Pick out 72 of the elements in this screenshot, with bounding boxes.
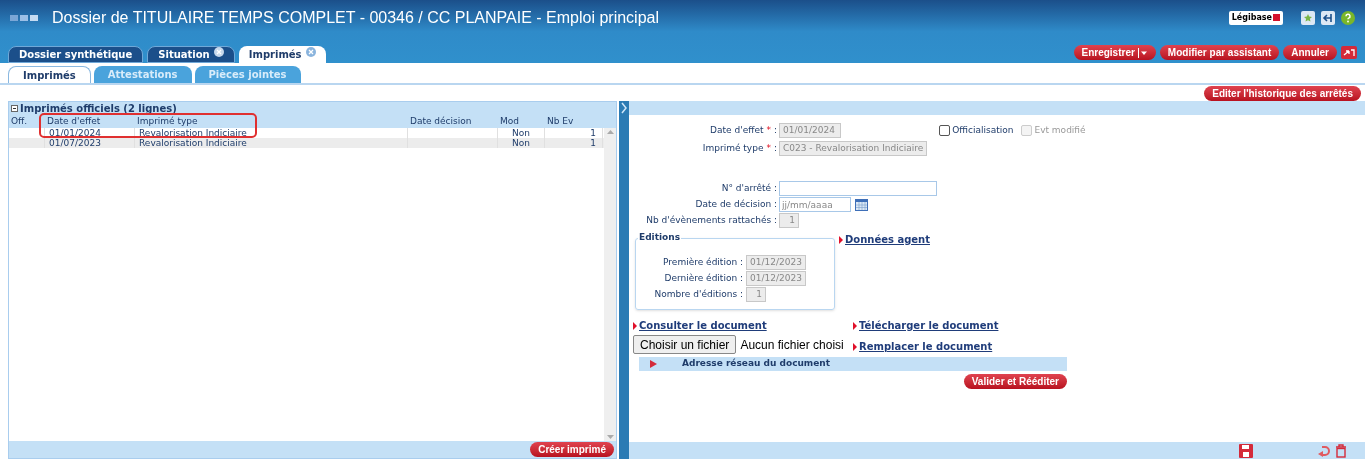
column-header[interactable]: Date décision [408,115,474,126]
star-icon[interactable] [1301,11,1315,25]
required-mark: * [766,141,771,155]
table-cell: 1 [590,138,596,148]
tab[interactable]: Imprimés [238,46,326,63]
help-icon[interactable] [1341,11,1355,25]
undo-icon[interactable] [1317,443,1331,458]
network-address-bar[interactable]: Adresse réseau du document [639,357,1067,371]
field-label: Dernière édition : [664,271,743,285]
field-label: N° d'arrêté : [721,182,777,195]
toolbar-button[interactable]: Annuler [1283,45,1337,60]
table-cell: Revalorisation Indiciaire [139,138,247,148]
trash-icon[interactable] [1335,443,1347,458]
scroll-down-icon[interactable] [606,435,614,439]
replace-document-link[interactable]: Remplacer le document [859,339,993,354]
table-cell: 01/01/2024 [49,128,101,138]
checkbox[interactable] [939,125,951,136]
history-button[interactable]: Editer l'historique des arrêtés [1204,85,1361,101]
tab[interactable]: Situation [147,46,235,63]
column-header[interactable]: Imprimé type [135,115,200,126]
field-separator: : [773,141,777,155]
table-cell: Non [512,128,530,138]
field-label: Nombre d'éditions : [654,287,743,301]
subtab[interactable]: Imprimés [8,66,91,83]
field-label: Date d'effet [710,123,764,137]
field-label: Première édition : [663,255,743,269]
view-document-link[interactable]: Consulter le document [639,318,767,333]
scrollbar[interactable] [604,128,616,441]
list-title: Imprimés officiels (2 lignes) [20,102,177,116]
logo[interactable]: Légibase [1228,11,1283,25]
column-header[interactable]: Mod [498,115,521,126]
toolbar-button[interactable]: Enregistrer [1073,45,1156,60]
calendar-icon[interactable] [855,198,868,211]
field-label: Nb d'évènements rattachés : [646,214,777,227]
arrow-icon [853,321,857,330]
create-button[interactable]: Créer imprimé [530,442,614,457]
field-label: Date de décision : [695,198,777,211]
table-cell: 1 [590,128,596,138]
arrete-field[interactable] [779,181,937,196]
download-document-link[interactable]: Télécharger le document [859,318,999,333]
close-icon[interactable] [213,46,224,57]
save-icon[interactable] [1239,443,1253,458]
file-status: Aucun fichier choisi [740,336,844,354]
table-cell: 01/07/2023 [49,138,101,148]
collapse-icon[interactable] [11,105,18,112]
column-header[interactable]: Off. [9,115,30,126]
tab[interactable]: Dossier synthétique [8,46,144,63]
agent-data-link[interactable]: Données agent [845,232,930,247]
arrow-icon [853,342,857,351]
toolbar-button[interactable]: Modifier par assistant [1159,45,1280,60]
window-title: Dossier de TITULAIRE TEMPS COMPLET - 00346 / CC PLANPAIE - Emploi principal [52,8,660,28]
expand-icon[interactable] [650,360,657,368]
table-cell: Revalorisation Indiciaire [139,128,247,138]
decision-date-field[interactable]: jj/mm/aaaa [779,197,851,212]
arrow-icon [839,235,843,244]
required-mark: * [766,123,771,137]
table-row[interactable]: 01/07/2023 Revalorisation Indiciaire Non 1 [9,138,604,148]
export-icon[interactable] [1341,46,1357,59]
validate-button[interactable]: Valider et Rééditer [963,374,1067,389]
column-header[interactable]: Date d'effet [45,115,103,126]
choose-file-button[interactable]: Choisir un fichier [633,335,737,354]
caret-icon [1137,47,1148,58]
chevron-icon[interactable] [619,101,629,115]
field-separator: : [773,123,777,137]
column-header[interactable]: Nb Ev [545,115,576,126]
scroll-up-icon[interactable] [606,130,614,134]
checkbox-label: Officialisation [952,123,1014,137]
checkbox-label: Evt modifié [1034,123,1086,137]
table-cell: Non [512,138,530,148]
arrow-icon [633,321,637,330]
exit-icon[interactable] [1321,11,1335,25]
field-label: Imprimé type [702,141,764,155]
